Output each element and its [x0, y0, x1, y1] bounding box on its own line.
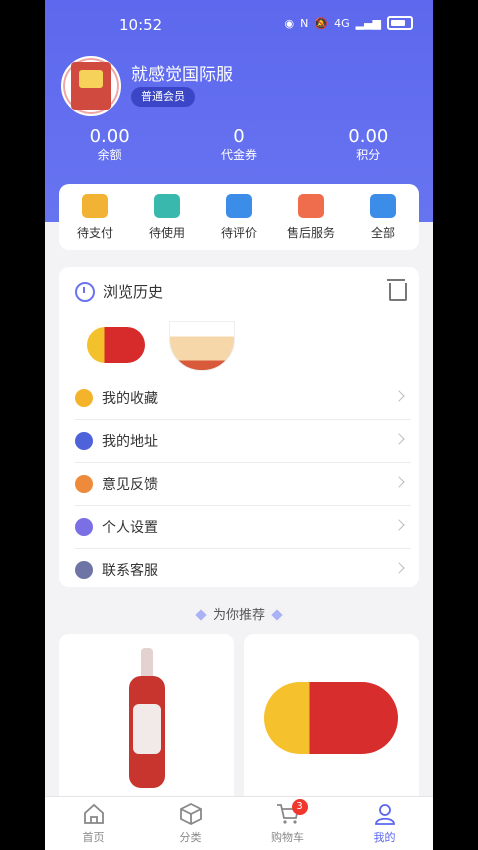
menu-item-address[interactable]: 我的地址 [75, 420, 411, 463]
comment-icon [226, 193, 252, 218]
recommend-label: 为你推荐 [212, 608, 265, 623]
cart-badge: 3 [291, 799, 308, 815]
history-title: 浏览历史 [103, 283, 164, 301]
stat-label: 积分 [356, 148, 381, 162]
clipboard-icon [370, 193, 396, 218]
menu-item-label: 我的收藏 [102, 391, 158, 407]
tab-label: 首页 [82, 831, 105, 844]
signal2-icon: ▂▄▆ [355, 16, 381, 30]
bottom-tab-bar: 首页 分类 3 购物车 我的 [45, 796, 433, 850]
chevron-right-icon [393, 433, 405, 445]
order-to-review[interactable]: 待评价 [204, 193, 274, 241]
stat-value: 0.00 [348, 126, 389, 147]
history-thumbnails [87, 321, 235, 371]
history-item-dumplings[interactable] [169, 321, 235, 371]
tab-home[interactable]: 首页 [64, 797, 124, 850]
order-to-use[interactable]: 待使用 [132, 193, 202, 241]
diamond-icon [271, 609, 283, 621]
avatar[interactable] [61, 56, 121, 116]
mute-icon: 🔕 [314, 16, 329, 30]
stat-coupons[interactable]: 0 代金券 [189, 127, 289, 163]
order-label: 待支付 [76, 225, 113, 240]
stat-label: 余额 [97, 148, 122, 162]
menu-item-label: 个人设置 [102, 520, 158, 536]
after-sale-icon [298, 193, 324, 218]
wallet-icon [82, 193, 108, 218]
username: 就感觉国际服 [131, 65, 233, 85]
card-icon [154, 193, 180, 218]
tab-category[interactable]: 分类 [161, 797, 221, 850]
order-shortcuts: 待支付 待使用 待评价 售后服务 全部 [59, 184, 419, 250]
settings-icon [75, 518, 93, 536]
eye-icon: ◉ [284, 16, 295, 30]
order-all[interactable]: 全部 [348, 193, 418, 241]
tab-label: 分类 [179, 831, 202, 844]
menu-item-label: 意见反馈 [102, 477, 158, 493]
order-label: 售后服务 [286, 225, 335, 240]
product-card[interactable] [244, 634, 419, 804]
product-card[interactable] [59, 634, 234, 804]
home-icon [83, 803, 104, 824]
history-header: 浏览历史 [75, 281, 163, 302]
menu-item-label: 联系客服 [102, 563, 158, 579]
stat-balance[interactable]: 0.00 余额 [60, 127, 160, 163]
tab-label: 我的 [373, 831, 396, 844]
product-image-soda [129, 648, 165, 788]
stats-row: 0.00 余额 0 代金券 0.00 积分 [45, 127, 433, 163]
chevron-right-icon [393, 562, 405, 574]
signal-icon: 4G [334, 16, 350, 30]
tab-cart[interactable]: 3 购物车 [258, 797, 318, 850]
recommend-title: 为你推荐 [45, 604, 433, 623]
chevron-right-icon [393, 519, 405, 531]
order-after-sale[interactable]: 售后服务 [276, 193, 346, 241]
trash-icon[interactable] [387, 279, 407, 301]
menu-list: 我的收藏 我的地址 意见反馈 个人设置 联系客服 [59, 377, 419, 591]
order-label: 待使用 [148, 225, 185, 240]
status-bar: 10:52 ◉ N 🔕 4G ▂▄▆ [45, 12, 433, 38]
nfc-icon: N [300, 16, 309, 30]
location-icon [75, 432, 93, 450]
chevron-right-icon [393, 390, 405, 402]
stat-value: 0 [233, 126, 245, 147]
history-item-snack[interactable] [87, 327, 145, 363]
product-image-snack [264, 682, 398, 754]
phone-screen: 10:52 ◉ N 🔕 4G ▂▄▆ 就感觉国际服 普通会员 0.00 余额 0… [45, 0, 433, 850]
menu-item-label: 我的地址 [102, 434, 158, 450]
menu-item-support[interactable]: 联系客服 [75, 549, 411, 591]
tab-label: 购物车 [271, 831, 304, 844]
order-label: 全部 [370, 225, 395, 240]
clock-icon [75, 281, 95, 302]
stat-value: 0.00 [89, 126, 130, 147]
category-icon [179, 803, 202, 825]
order-label: 待评价 [220, 225, 257, 240]
stat-points[interactable]: 0.00 积分 [318, 127, 418, 163]
stat-label: 代金券 [220, 148, 257, 162]
user-icon [374, 804, 395, 825]
menu-item-feedback[interactable]: 意见反馈 [75, 463, 411, 506]
headset-icon [75, 561, 93, 579]
status-time: 10:52 [119, 16, 163, 34]
status-icons: ◉ N 🔕 4G ▂▄▆ [285, 16, 413, 30]
history-card: 浏览历史 我的收藏 我的地址 意见反馈 个人设置 联系客服 [59, 267, 419, 587]
feedback-icon [75, 475, 93, 493]
battery-icon [387, 16, 413, 30]
member-badge: 普通会员 [131, 87, 195, 107]
menu-item-settings[interactable]: 个人设置 [75, 506, 411, 549]
star-icon [75, 389, 93, 407]
chevron-right-icon [393, 476, 405, 488]
tab-mine[interactable]: 我的 [355, 797, 415, 850]
diamond-icon [195, 609, 207, 621]
order-pending-payment[interactable]: 待支付 [60, 193, 130, 241]
menu-item-favorites[interactable]: 我的收藏 [75, 377, 411, 420]
